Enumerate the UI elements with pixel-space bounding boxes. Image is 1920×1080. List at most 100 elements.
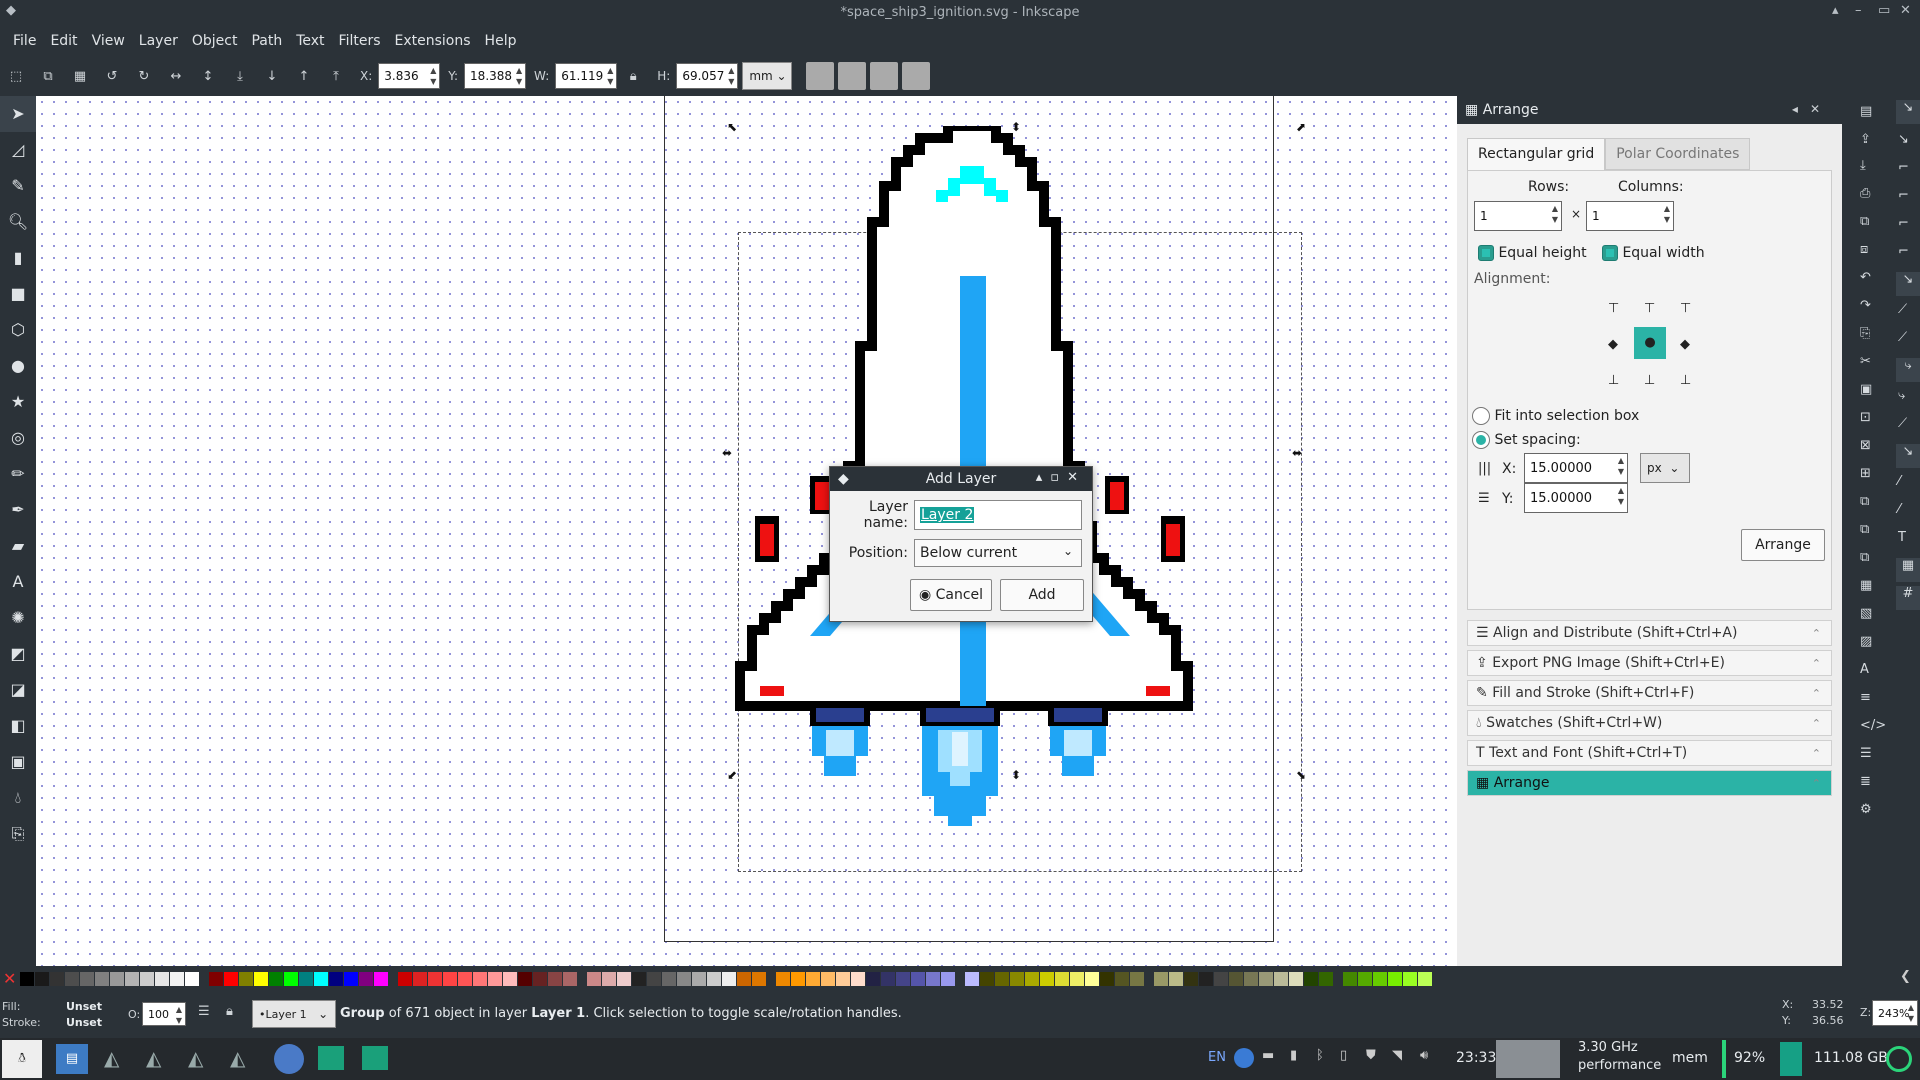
palette-swatch[interactable] bbox=[707, 972, 721, 986]
layers-menu-icon[interactable]: ☰ bbox=[198, 1004, 210, 1019]
palette-swatch[interactable] bbox=[836, 972, 850, 986]
move-gradients-toggle[interactable] bbox=[870, 62, 899, 90]
pen-tool-icon[interactable]: ✒ bbox=[0, 492, 36, 528]
palette-swatch[interactable] bbox=[374, 972, 388, 986]
palette-swatch[interactable] bbox=[677, 972, 691, 986]
keyboard-layout[interactable]: EN bbox=[1208, 1050, 1226, 1065]
palette-swatch[interactable] bbox=[926, 972, 940, 986]
dialog-window-controls[interactable]: ▴▫✕ bbox=[1036, 470, 1086, 485]
scale-stroke-toggle[interactable] bbox=[806, 62, 835, 90]
palette-swatch[interactable] bbox=[1154, 972, 1168, 986]
menu-help[interactable]: Help bbox=[478, 33, 524, 49]
spin-arrows-icon[interactable]: ▲ ▼ bbox=[514, 65, 524, 87]
palette-swatch[interactable] bbox=[632, 972, 646, 986]
scale-handle-e[interactable]: ⬌ bbox=[1292, 446, 1302, 460]
palette-swatch[interactable] bbox=[284, 972, 298, 986]
palette-swatch[interactable] bbox=[1169, 972, 1183, 986]
palette-swatch[interactable] bbox=[791, 972, 805, 986]
text-tool-icon[interactable]: A bbox=[0, 564, 36, 600]
flip-horizontal-icon[interactable]: ↔ bbox=[160, 69, 192, 84]
h-input[interactable]: 69.057 ▲ ▼ bbox=[676, 63, 739, 89]
palette-swatch[interactable] bbox=[563, 972, 577, 986]
align-middle-right-icon[interactable]: ◆ bbox=[1680, 337, 1690, 352]
deselect-icon[interactable]: ▦ bbox=[64, 69, 96, 84]
palette-swatch[interactable] bbox=[806, 972, 820, 986]
align-top-right-icon[interactable]: ⊤ bbox=[1680, 301, 1691, 316]
snap-bbox-center-icon[interactable]: ⌐ bbox=[1898, 244, 1909, 259]
palette-swatch[interactable] bbox=[965, 972, 979, 986]
palette-swatch[interactable] bbox=[851, 972, 865, 986]
close-button[interactable]: ✕ bbox=[1900, 3, 1911, 18]
align-top-center-icon[interactable]: ⊤ bbox=[1644, 301, 1655, 316]
expander-swatches[interactable]: 💧︎ Swatches (Shift+Ctrl+W) ⌃ bbox=[1467, 710, 1832, 736]
lower-icon[interactable]: ↓ bbox=[256, 69, 288, 84]
arrange-button[interactable]: Arrange bbox=[1741, 529, 1825, 561]
power-icon[interactable] bbox=[1886, 1046, 1912, 1072]
flip-vertical-icon[interactable]: ↕ bbox=[192, 69, 224, 84]
snap-text-baseline-icon[interactable]: T bbox=[1898, 530, 1906, 545]
pencil-tool-icon[interactable]: ✏ bbox=[0, 456, 36, 492]
palette-swatch[interactable] bbox=[224, 972, 238, 986]
palette-swatch[interactable] bbox=[65, 972, 79, 986]
tab-polar-coordinates[interactable]: Polar Coordinates bbox=[1605, 138, 1751, 170]
palette-swatch[interactable] bbox=[35, 972, 49, 986]
palette-swatch[interactable] bbox=[185, 972, 199, 986]
align-center-icon[interactable]: ● bbox=[1634, 327, 1666, 359]
menu-file[interactable]: File bbox=[6, 33, 43, 49]
layers-icon[interactable]: ≡ bbox=[1860, 690, 1871, 705]
inkscape-window-2-icon[interactable]: ◭ bbox=[146, 1046, 161, 1070]
palette-swatch[interactable] bbox=[1259, 972, 1273, 986]
palette-swatch[interactable] bbox=[737, 972, 751, 986]
selector-tool-icon[interactable]: ➤ bbox=[0, 96, 36, 132]
drawing-canvas[interactable]: ⬉ ⬈ ⬍ ⬌ ⬌ ⬋ ⬍ ⬊ bbox=[36, 96, 1457, 966]
align-bottom-left-icon[interactable]: ⊥ bbox=[1608, 373, 1619, 388]
align-middle-left-icon[interactable]: ◆ bbox=[1608, 337, 1618, 352]
expander-align-distribute[interactable]: ☰ Align and Distribute (Shift+Ctrl+A) ⌃ bbox=[1467, 620, 1832, 646]
clipboard-tray-icon[interactable]: ▮ bbox=[1290, 1048, 1297, 1063]
snap-others-icon[interactable]: ↘ bbox=[1896, 444, 1920, 468]
mesh-tool-icon[interactable]: ▣ bbox=[0, 744, 36, 780]
palette-swatch[interactable] bbox=[20, 972, 34, 986]
palette-swatch[interactable] bbox=[1100, 972, 1114, 986]
fill-value[interactable]: Unset bbox=[66, 1000, 102, 1013]
preferences-icon[interactable]: ⚙ bbox=[1860, 802, 1872, 817]
add-button[interactable]: Add bbox=[1000, 579, 1084, 611]
palette-swatch[interactable] bbox=[458, 972, 472, 986]
snap-midpoints-icon[interactable]: ⟋ bbox=[1898, 416, 1907, 431]
zoom-drawing-icon[interactable]: ⊠ bbox=[1860, 438, 1871, 453]
snap-smooth-nodes-icon[interactable]: ⤷ bbox=[1898, 388, 1905, 403]
palette-swatch[interactable] bbox=[1403, 972, 1417, 986]
palette-swatch[interactable] bbox=[722, 972, 736, 986]
layer-name-input[interactable]: Layer 2 bbox=[914, 500, 1082, 530]
palette-swatch[interactable] bbox=[488, 972, 502, 986]
clone-icon[interactable]: ⧉ bbox=[1860, 522, 1869, 537]
palette-swatch[interactable] bbox=[209, 972, 223, 986]
spin-arrows-icon[interactable]: ▲ ▼ bbox=[1616, 455, 1626, 477]
bluetooth-icon[interactable]: ᛒ bbox=[1316, 1048, 1324, 1063]
maximize-button[interactable]: ▭ bbox=[1878, 3, 1890, 18]
shade-icon[interactable]: ▴ bbox=[1832, 3, 1839, 18]
dropper-tool-icon[interactable]: 💧︎ bbox=[0, 780, 36, 816]
snap-toggle-icon[interactable]: ↘ bbox=[1896, 100, 1920, 124]
eraser-tool-icon[interactable]: ◩ bbox=[0, 636, 36, 672]
palette-swatch[interactable] bbox=[314, 972, 328, 986]
tab-rectangular-grid[interactable]: Rectangular grid bbox=[1467, 138, 1606, 170]
align-top-left-icon[interactable]: ⊤ bbox=[1608, 301, 1619, 316]
cut-icon[interactable]: ✂ bbox=[1860, 354, 1871, 369]
clock[interactable]: 23:33 bbox=[1456, 1050, 1496, 1066]
removable-device-icon[interactable]: ▯ bbox=[1340, 1048, 1347, 1063]
menu-text[interactable]: Text bbox=[289, 33, 331, 49]
palette-swatch[interactable] bbox=[1115, 972, 1129, 986]
snap-rotation-center-icon[interactable]: ⁄ bbox=[1898, 502, 1900, 517]
folder-2-icon[interactable] bbox=[362, 1046, 388, 1070]
align-bottom-center-icon[interactable]: ⊥ bbox=[1644, 373, 1655, 388]
palette-swatch[interactable] bbox=[1085, 972, 1099, 986]
palette-swatch[interactable] bbox=[911, 972, 925, 986]
palette-swatch[interactable] bbox=[752, 972, 766, 986]
scale-handle-se[interactable]: ⬊ bbox=[1296, 768, 1306, 782]
palette-swatch[interactable] bbox=[1025, 972, 1039, 986]
zoom-selection-icon[interactable]: ⊡ bbox=[1860, 410, 1871, 425]
palette-swatch[interactable] bbox=[329, 972, 343, 986]
palette-swatch[interactable] bbox=[980, 972, 994, 986]
palette-swatch[interactable] bbox=[170, 972, 184, 986]
